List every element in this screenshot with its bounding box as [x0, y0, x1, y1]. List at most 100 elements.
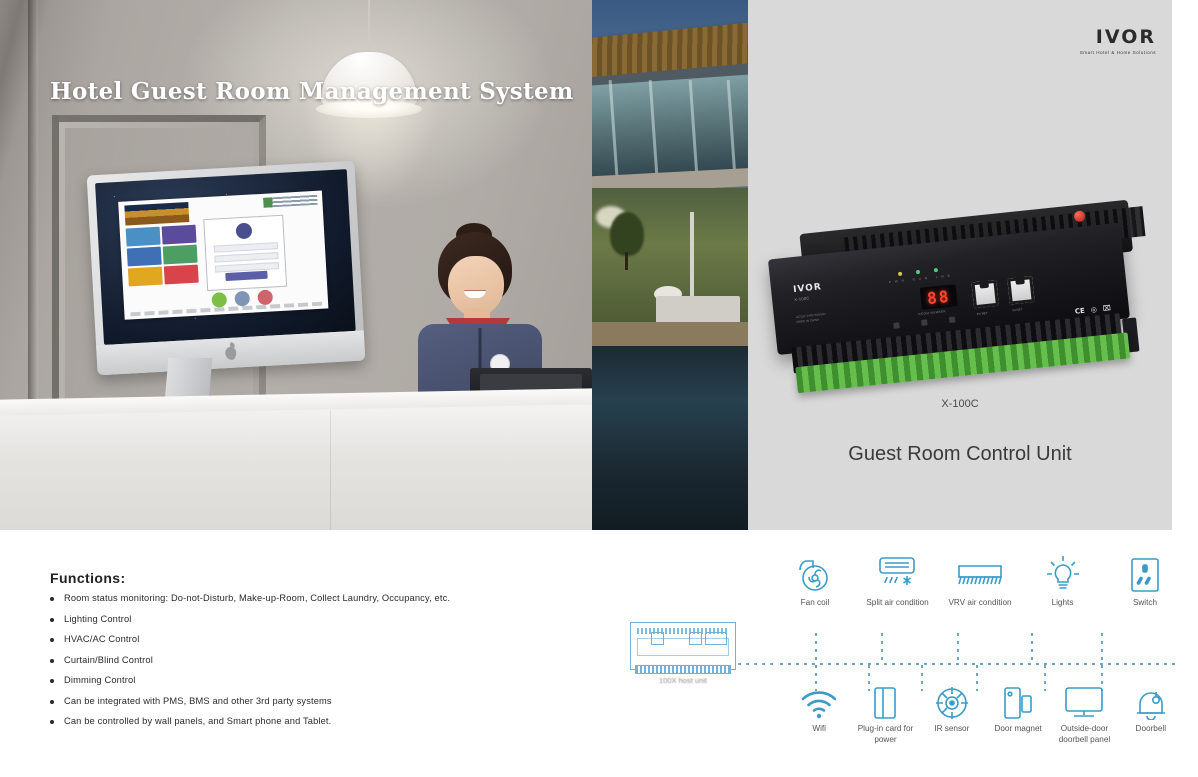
set-button-icon [893, 322, 900, 329]
lights-icon [1028, 552, 1098, 594]
doorbell-panel-icon [1051, 678, 1117, 720]
bus-stub [738, 663, 774, 665]
functions-heading: Functions: [50, 570, 126, 586]
list-item: Curtain/Blind Control [50, 655, 610, 665]
hero-band: IVOR Smart Hotel & Home Solutions IVOR X… [0, 0, 1172, 530]
rj45-port-1 [971, 279, 999, 309]
list-item: Can be integrated with PMS, BMS and othe… [50, 696, 610, 706]
device-door-magnet[interactable]: Door magnet [985, 678, 1051, 745]
seven-segment-display: 88 [919, 284, 958, 310]
device-doorbell-panel[interactable]: Outside-door doorbell panel [1051, 678, 1117, 745]
list-item: Lighting Control [50, 614, 610, 624]
top-device-row: Fan coil Split air condition VRV air con… [780, 552, 1180, 609]
umbrella-pole [690, 212, 694, 308]
functions-list: Room status monitoring: Do-not-Disturb, … [50, 593, 610, 737]
switch-icon [1110, 552, 1180, 594]
user-avatar-icon [235, 222, 253, 240]
list-item: Can be controlled by wall panels, and Sm… [50, 716, 610, 726]
device-model-label: X-100C [793, 295, 810, 303]
weee-mark-icon: ⌧ [1102, 304, 1112, 313]
device-label: Switch [1132, 598, 1158, 607]
imac-screen [95, 169, 356, 345]
device-title-caption: Guest Room Control Unit [848, 443, 1072, 465]
host-unit-label: 100X host unit [659, 676, 707, 685]
host-unit-diagram: 100X host unit [630, 622, 736, 685]
face [448, 256, 504, 316]
brochure-page: IVOR Smart Hotel & Home Solutions IVOR X… [0, 0, 1198, 777]
pms-dashboard-window [118, 190, 329, 320]
patio-furniture [656, 296, 740, 324]
brand-logo: IVOR Smart Hotel & Home Solutions [1056, 26, 1156, 56]
inc-button-icon [921, 319, 928, 326]
imac-computer [86, 160, 366, 376]
device-label: Door magnet [994, 724, 1042, 733]
walkway [592, 322, 748, 346]
link-led-icon [933, 267, 939, 273]
desk-seam [330, 410, 331, 530]
power-led-icon [897, 271, 903, 277]
host-unit-body [630, 622, 736, 674]
split-air-condition-icon [863, 552, 933, 594]
imac-bezel [86, 160, 366, 376]
device-lights[interactable]: Lights [1028, 552, 1098, 609]
device-label: IR sensor [934, 724, 970, 733]
device-label: Plug-in card for power [857, 724, 914, 744]
device-label: Split air condition [866, 598, 929, 607]
doorbell-icon [1118, 678, 1184, 720]
device-ir-sensor[interactable]: IR sensor [919, 678, 985, 745]
dashboard-banner-photo [124, 202, 190, 226]
rohs-mark-icon: ◎ [1090, 305, 1098, 315]
host-unit-terminals-bottom [635, 665, 731, 674]
dashboard-logo [263, 194, 318, 208]
tree-trunk [625, 252, 628, 270]
device-label: Doorbell [1135, 724, 1167, 733]
door-magnet-icon [985, 678, 1051, 720]
device-plug-in-card[interactable]: Plug-in card for power [852, 678, 918, 745]
pool [592, 346, 748, 530]
brand-name: IVOR [1095, 26, 1156, 48]
status-led-icon [915, 269, 921, 275]
device-brand-label: IVOR [792, 282, 823, 296]
login-panel [203, 214, 288, 292]
device-label: Wifi [812, 724, 826, 733]
list-item: Room status monitoring: Do-not-Disturb, … [50, 593, 610, 603]
reset-button-small-icon [948, 316, 956, 323]
device-fan-coil[interactable]: Fan coil [780, 552, 850, 609]
pendant-lamp-cord [368, 0, 370, 58]
control-unit-photo: IVOR X-100C AC110~240V 50/60Hz MADE IN CH… [766, 199, 1151, 416]
fan-coil-icon [780, 552, 850, 594]
plug-in-card-icon [852, 678, 918, 720]
bottom-device-row: Wifi Plug-in card for power IR sensor Do… [786, 678, 1184, 745]
apple-logo-icon [224, 346, 237, 361]
rj45-port-2-label: IN-NET [1012, 307, 1023, 313]
reception-desk [0, 388, 592, 530]
list-item: Dimming Control [50, 675, 610, 685]
device-label: Fan coil [800, 598, 830, 607]
device-panel: IVOR Smart Hotel & Home Solutions IVOR X… [748, 0, 1172, 530]
rj45-port-1-label: EX-NET [976, 310, 988, 317]
lower-section: Functions: Room status monitoring: Do-no… [0, 530, 1198, 777]
device-code-caption: X-100C [941, 398, 979, 410]
system-topology-diagram: 100X host unit Fan coil Split air condit… [610, 530, 1198, 777]
bus-line [780, 663, 1180, 665]
device-vrv-air-condition[interactable]: VRV air condition [945, 552, 1015, 609]
device-switch[interactable]: Switch [1110, 552, 1180, 609]
ir-sensor-icon [919, 678, 985, 720]
wifi-icon [786, 678, 852, 720]
list-item: HVAC/AC Control [50, 634, 610, 644]
ce-mark-icon: CE [1074, 306, 1086, 316]
login-button [225, 270, 268, 282]
device-wifi[interactable]: Wifi [786, 678, 852, 745]
device-label: Lights [1051, 598, 1074, 607]
rj45-port-2 [1007, 276, 1035, 305]
brand-tagline: Smart Hotel & Home Solutions [1079, 50, 1156, 55]
tree [610, 212, 644, 256]
device-split-air-condition[interactable]: Split air condition [863, 552, 933, 609]
device-label: VRV air condition [948, 598, 1012, 607]
device-doorbell[interactable]: Doorbell [1118, 678, 1184, 745]
device-label: Outside-door doorbell panel [1058, 724, 1111, 744]
display-caption: ROOM NUMBER [918, 309, 947, 317]
page-title: Hotel Guest Room Management System [50, 78, 574, 105]
dashboard-tiles [125, 224, 199, 287]
vrv-air-condition-icon [945, 552, 1015, 594]
